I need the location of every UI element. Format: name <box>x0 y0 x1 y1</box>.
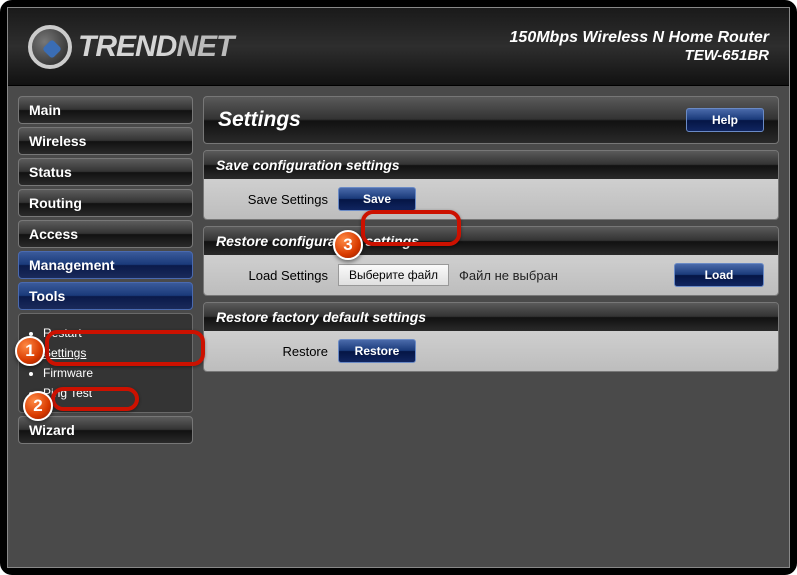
nav-main[interactable]: Main <box>18 96 193 124</box>
nav-routing[interactable]: Routing <box>18 189 193 217</box>
help-button[interactable]: Help <box>686 108 764 132</box>
section-restore-config-title: Restore configuration settings <box>204 227 778 255</box>
product-name: 150Mbps Wireless N Home Router <box>510 29 769 47</box>
annotation-ring-1 <box>45 330 205 366</box>
subnav-firmware[interactable]: Firmware <box>43 366 192 380</box>
section-factory-default-title: Restore factory default settings <box>204 303 778 331</box>
annotation-bubble-1: 1 <box>15 336 45 366</box>
product-model: TEW-651BR <box>510 47 769 64</box>
brand-logo: TRENDNET <box>28 25 233 69</box>
sidebar: Main Wireless Status Routing Access Mana… <box>18 96 193 557</box>
file-chosen-text: Файл не выбран <box>459 268 558 283</box>
section-save-config-title: Save configuration settings <box>204 151 778 179</box>
nav-wireless[interactable]: Wireless <box>18 127 193 155</box>
nav-management[interactable]: Management <box>18 251 193 279</box>
logo-icon <box>28 25 72 69</box>
save-settings-label: Save Settings <box>218 192 328 207</box>
save-button[interactable]: Save <box>338 187 416 211</box>
content: Settings Help Save configuration setting… <box>203 96 779 557</box>
header-product-info: 150Mbps Wireless N Home Router TEW-651BR <box>510 29 769 64</box>
load-button[interactable]: Load <box>674 263 764 287</box>
nav-access[interactable]: Access <box>18 220 193 248</box>
annotation-ring-3 <box>361 210 461 246</box>
nav-status[interactable]: Status <box>18 158 193 186</box>
header: TRENDNET 150Mbps Wireless N Home Router … <box>8 8 789 86</box>
restore-button[interactable]: Restore <box>338 339 416 363</box>
section-factory-default: Restore factory default settings Restore… <box>203 302 779 372</box>
annotation-ring-2 <box>51 387 139 411</box>
annotation-bubble-2: 2 <box>23 391 53 421</box>
choose-file-button[interactable]: Выберите файл <box>338 264 449 286</box>
annotation-bubble-3: 3 <box>333 230 363 260</box>
page-title-bar: Settings Help <box>203 96 779 144</box>
brand-text: TRENDNET <box>78 30 233 64</box>
restore-label: Restore <box>218 344 328 359</box>
nav-tools[interactable]: Tools <box>18 282 193 310</box>
page-title: Settings <box>218 108 301 132</box>
section-save-config: Save configuration settings Save Setting… <box>203 150 779 220</box>
section-restore-config: Restore configuration settings Load Sett… <box>203 226 779 296</box>
load-settings-label: Load Settings <box>218 268 328 283</box>
